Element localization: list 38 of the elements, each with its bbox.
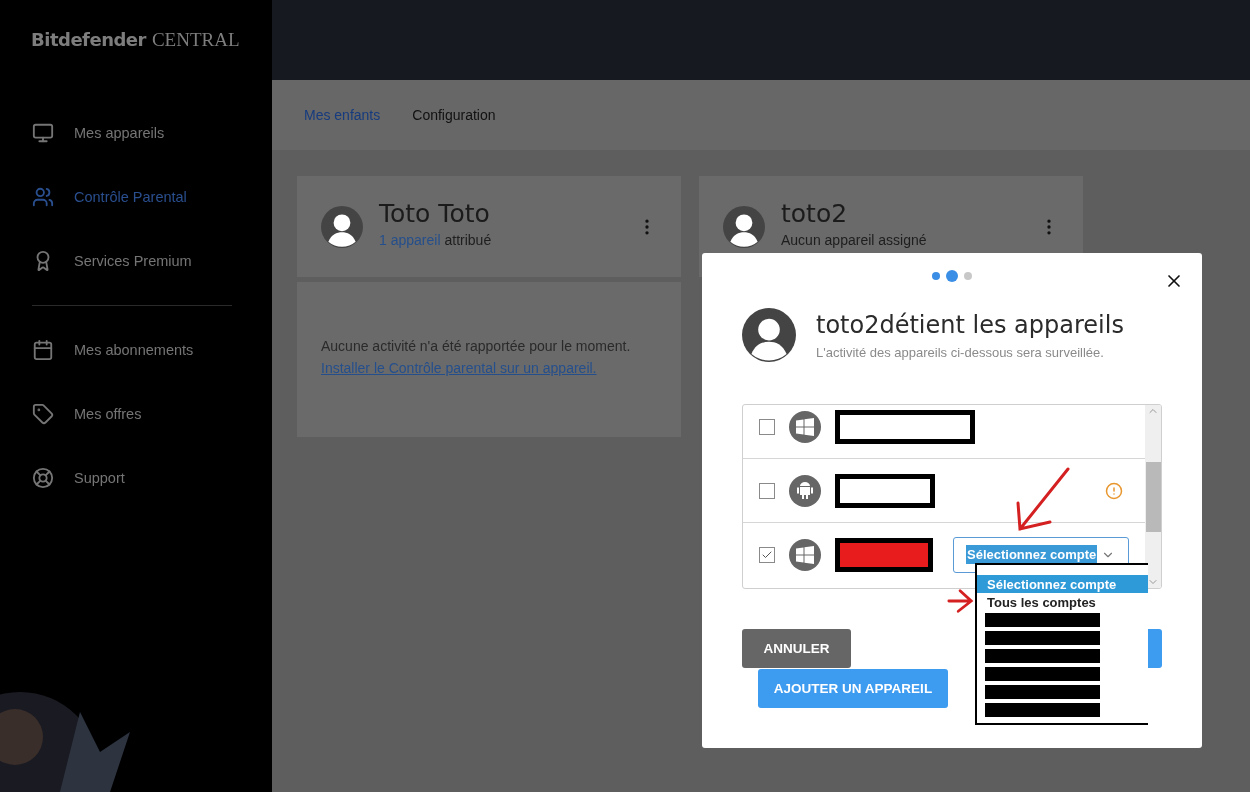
sidebar-item[interactable]: Mes offres: [0, 382, 272, 446]
checkbox[interactable]: [759, 418, 775, 435]
sidebar-item[interactable]: Services Premium: [0, 229, 272, 293]
sidebar-item[interactable]: Mes abonnements: [0, 318, 272, 382]
child-name: toto2: [781, 199, 849, 228]
device-status: Aucun appareil assigné: [781, 232, 927, 248]
dropdown-option[interactable]: Sélectionnez compte: [977, 575, 1148, 593]
dialog-subtitle: L'activité des appareils ci-dessous sera surveillée.: [816, 344, 1105, 360]
logo-brand: Bitdefender: [31, 29, 146, 50]
no-activity-text: Aucune activité n'a été rapportée pour le moment.: [321, 338, 632, 354]
avatar-icon: [723, 205, 765, 248]
annotation-arrow: [1016, 467, 1070, 531]
users-icon: [32, 186, 54, 208]
lifebuoy-icon: [32, 467, 54, 489]
sidebar-item[interactable]: Contrôle Parental: [0, 165, 272, 229]
windows-icon: [796, 545, 814, 564]
sidebar-item[interactable]: Mes appareils: [0, 101, 272, 165]
logo-product: CENTRAL: [151, 29, 240, 51]
tag-icon: [32, 403, 54, 425]
tab[interactable]: Mes enfants: [304, 107, 381, 123]
dialog-title: toto2détient les appareils: [816, 310, 1124, 339]
cancel-button[interactable]: ANNULER: [742, 629, 851, 668]
sidebar-item[interactable]: Support: [0, 446, 272, 510]
checkbox[interactable]: [759, 546, 775, 563]
checkbox[interactable]: [759, 482, 775, 499]
tab[interactable]: Configuration: [412, 107, 496, 123]
avatar-icon: [742, 308, 796, 362]
calendar-icon: [32, 339, 54, 361]
annotation-arrow: [947, 589, 974, 613]
scrollbar[interactable]: [1145, 405, 1161, 588]
add-device-button[interactable]: AJOUTER UN APPAREIL: [758, 669, 948, 708]
dropdown-option[interactable]: Tous les comptes: [977, 593, 1148, 611]
avatar-icon: [321, 205, 363, 248]
android-icon: [797, 481, 813, 500]
device-status: attribué: [444, 232, 492, 248]
child-name: Toto Toto: [379, 199, 491, 228]
monitor-icon: [32, 122, 54, 144]
windows-icon: [796, 417, 814, 436]
